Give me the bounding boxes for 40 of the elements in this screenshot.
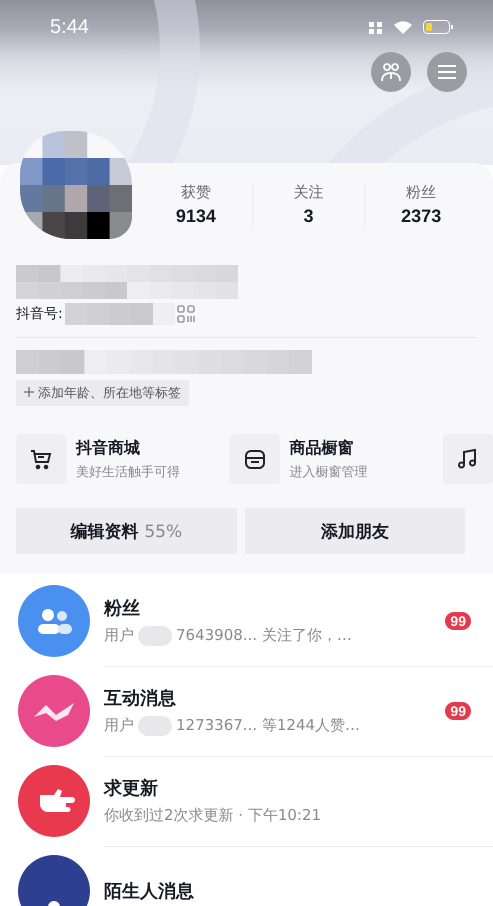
stat-label: 获赞	[180, 183, 211, 202]
message-preview-prefix: 用户	[104, 626, 134, 645]
message-preview-prefix: 用户	[104, 716, 134, 735]
message-preview: 你收到过2次求更新 · 下午10:21	[104, 806, 322, 825]
shortcut-title[interactable]: 商品橱窗	[290, 438, 368, 458]
stat-value[interactable]: 9134	[176, 206, 216, 227]
wifi-icon	[393, 20, 413, 34]
shortcut-tile[interactable]	[16, 434, 66, 484]
shortcut-title[interactable]: 抖音商城	[76, 438, 180, 458]
message-preview: 7643908... 关注了你，…	[176, 626, 352, 645]
people-icon	[380, 62, 402, 82]
friends-button[interactable]	[371, 52, 411, 92]
signal-icon	[369, 20, 383, 34]
menu-icon	[437, 64, 457, 80]
message-title[interactable]: 互动消息	[104, 686, 446, 710]
message-title[interactable]: 粉丝	[104, 596, 446, 620]
profile-action-button[interactable]: 添加朋友	[244, 508, 465, 554]
id-label: 抖音号:	[16, 305, 63, 323]
shortcut-subtitle: 进入橱窗管理	[290, 464, 368, 480]
store-icon	[242, 447, 266, 471]
message-title[interactable]: 陌生人消息	[104, 878, 471, 902]
status-time: 5:44	[50, 16, 89, 38]
profile-action-button[interactable]: 编辑资料 55%	[16, 508, 236, 554]
shortcut-tile[interactable]	[230, 434, 280, 484]
message-preview: 1273367... 等1244人赞…	[176, 716, 360, 735]
unread-count-badge: 99	[445, 612, 471, 630]
stat-value[interactable]: 3	[304, 206, 314, 227]
unread-count-badge: 99	[445, 702, 471, 720]
plus-icon	[24, 387, 34, 397]
add-tags-button[interactable]: 添加年龄、所在地等标签	[16, 380, 189, 406]
stat-label: 粉丝	[406, 183, 436, 202]
shortcut-subtitle: 美好生活触手可得	[76, 464, 180, 480]
message-title[interactable]: 求更新	[104, 776, 471, 800]
cart-icon	[29, 447, 53, 471]
qr-code-icon[interactable]	[176, 305, 195, 323]
battery-icon	[423, 20, 453, 34]
stat-value[interactable]: 2373	[401, 206, 442, 227]
shortcut-tile[interactable]	[443, 434, 493, 484]
stat-label: 关注	[294, 183, 324, 202]
menu-button[interactable]	[427, 52, 467, 92]
